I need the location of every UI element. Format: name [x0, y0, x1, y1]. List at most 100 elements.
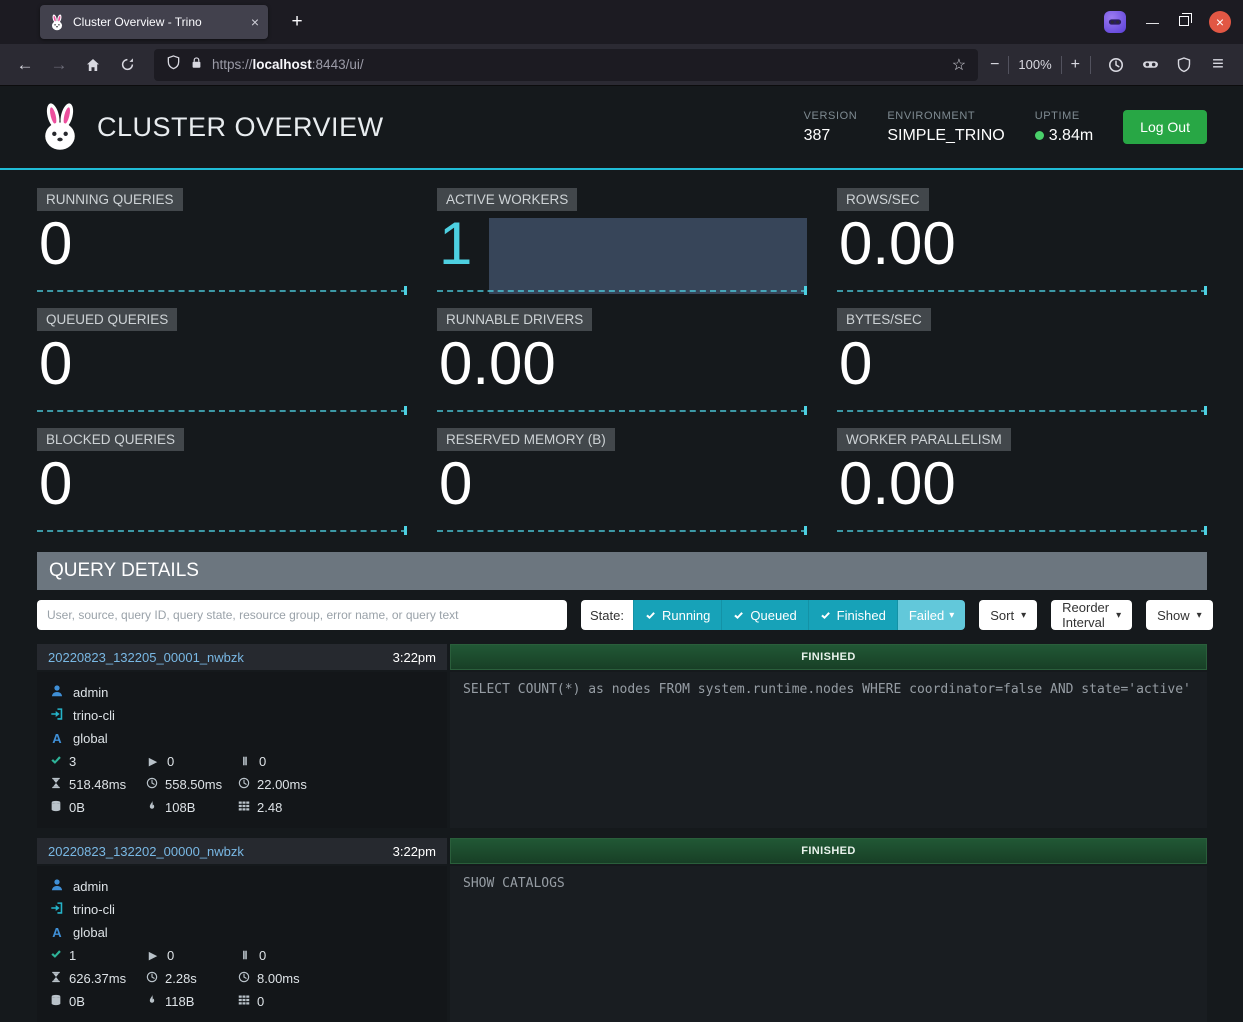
zoom-in-button[interactable]: + — [1071, 56, 1080, 74]
check-icon — [820, 610, 831, 621]
query-user: admin — [50, 681, 434, 704]
metric-label: RUNNABLE DRIVERS — [437, 308, 592, 331]
status-dot — [1035, 131, 1044, 140]
sparkline — [437, 530, 807, 532]
filter-queued-button[interactable]: Queued — [721, 600, 807, 630]
sparkline — [837, 410, 1207, 412]
sign-in-icon — [50, 901, 64, 915]
zoom-controls: − 100% + — [990, 56, 1080, 74]
metric-value: 1 — [439, 212, 472, 275]
query-meta-panel: admin trino-cli A global 1 ▶ 0 — [37, 866, 447, 1022]
metric-value: 0.00 — [439, 332, 556, 395]
navigation-toolbar: ← → https://localhost:8443/ui/ ☆ − 100% … — [0, 44, 1243, 86]
lock-icon[interactable] — [190, 56, 203, 74]
history-icon[interactable] — [1101, 50, 1131, 80]
query-search-input[interactable] — [37, 600, 567, 630]
menu-icon[interactable]: ≡ — [1203, 50, 1233, 80]
metric-label: RESERVED MEMORY (B) — [437, 428, 615, 451]
metric-card-reserved-memory: RESERVED MEMORY (B) 0 — [437, 428, 807, 534]
metric-value: 0.00 — [839, 212, 956, 275]
font-icon: A — [50, 925, 64, 940]
total-time-stat: 558.50ms — [146, 773, 238, 796]
reload-button[interactable] — [112, 50, 142, 80]
new-tab-button[interactable]: + — [284, 9, 310, 35]
environment-stat: ENVIRONMENT SIMPLE_TRINO — [887, 110, 1004, 145]
zoom-out-button[interactable]: − — [990, 56, 999, 74]
state-filter-group: State: Running Queued Finished Failed ▾ — [581, 600, 965, 630]
query-filter-toolbar: State: Running Queued Finished Failed ▾ … — [37, 600, 1207, 630]
version-stat: VERSION 387 — [804, 110, 858, 145]
query-meta-panel: admin trino-cli A global 3 ▶ 0 — [37, 672, 447, 828]
home-button[interactable] — [78, 50, 108, 80]
current-memory-stat: 0B — [50, 796, 146, 819]
close-button[interactable]: × — [1209, 11, 1231, 33]
show-dropdown[interactable]: Show ▾ — [1146, 600, 1213, 630]
cpu-time-stat: 22.00ms — [238, 773, 434, 796]
query-source: trino-cli — [50, 704, 434, 727]
forward-button[interactable]: → — [44, 50, 74, 80]
query-id-link[interactable]: 20220823_132202_00000_nwbzk — [48, 844, 244, 859]
filter-failed-dropdown[interactable]: Failed ▾ — [897, 600, 965, 630]
state-label: State: — [581, 600, 633, 630]
clock-icon — [146, 777, 158, 789]
pause-icon: Ⅱ — [238, 949, 252, 962]
browser-window: Cluster Overview - Trino × + — × ← → htt… — [0, 0, 1243, 86]
tracking-shield-icon[interactable] — [166, 55, 181, 75]
metric-label: BLOCKED QUERIES — [37, 428, 184, 451]
chevron-down-icon: ▾ — [949, 610, 954, 621]
extension-mask-icon[interactable] — [1104, 11, 1126, 33]
query-resource-group: A global — [50, 727, 434, 750]
database-icon — [50, 994, 62, 1006]
restore-icon — [1179, 16, 1189, 26]
query-entry: 20220823_132205_00001_nwbzk 3:22pm FINIS… — [37, 644, 1207, 828]
cpu-time-stat: 8.00ms — [238, 967, 434, 990]
url-bar[interactable]: https://localhost:8443/ui/ ☆ — [154, 49, 978, 81]
play-icon: ▶ — [146, 755, 160, 768]
query-resource-group: A global — [50, 921, 434, 944]
sign-in-icon — [50, 707, 64, 721]
filter-finished-button[interactable]: Finished — [808, 600, 897, 630]
restore-button[interactable] — [1179, 13, 1189, 31]
query-id-row: 20220823_132205_00001_nwbzk 3:22pm — [37, 644, 447, 670]
privacy-shield-icon[interactable] — [1169, 50, 1199, 80]
sparkline — [437, 290, 807, 292]
query-id-link[interactable]: 20220823_132205_00001_nwbzk — [48, 650, 244, 665]
divider — [1061, 56, 1062, 74]
metric-card-active-workers: ACTIVE WORKERS 1 — [437, 188, 807, 294]
extension-goggles-icon[interactable] — [1135, 50, 1165, 80]
play-icon: ▶ — [146, 949, 160, 962]
metric-card-blocked-queries: BLOCKED QUERIES 0 — [37, 428, 407, 534]
grid-icon — [238, 800, 250, 812]
zoom-level[interactable]: 100% — [1018, 57, 1051, 72]
query-status-bar: FINISHED — [450, 838, 1207, 864]
running-splits-stat: ▶ 0 — [146, 944, 238, 967]
browser-tab[interactable]: Cluster Overview - Trino × — [40, 5, 268, 39]
query-stats: 1 ▶ 0 Ⅱ 0 626.37ms 2.28s — [50, 944, 434, 1013]
cumulative-memory-stat: 118B — [146, 990, 238, 1013]
chevron-down-icon: ▾ — [1021, 610, 1026, 621]
tab-close-icon[interactable]: × — [251, 15, 259, 29]
filter-running-button[interactable]: Running — [633, 600, 721, 630]
sort-dropdown[interactable]: Sort ▾ — [979, 600, 1037, 630]
bookmark-star-icon[interactable]: ☆ — [952, 55, 966, 75]
parallelism-stat: 0 — [238, 990, 434, 1013]
back-button[interactable]: ← — [10, 50, 40, 80]
grid-icon — [238, 994, 250, 1006]
tab-bar: Cluster Overview - Trino × + — × — [0, 0, 1243, 44]
reorder-interval-dropdown[interactable]: Reorder Interval ▾ — [1051, 600, 1132, 630]
query-entry: 20220823_132202_00000_nwbzk 3:22pm FINIS… — [37, 838, 1207, 1022]
metric-value: 0 — [39, 452, 72, 515]
sparkline — [37, 410, 407, 412]
stopwatch-icon — [238, 971, 250, 983]
running-splits-stat: ▶ 0 — [146, 750, 238, 773]
trino-logo — [37, 102, 83, 152]
logout-button[interactable]: Log Out — [1123, 110, 1207, 144]
query-user: admin — [50, 875, 434, 898]
metric-value: 0 — [839, 332, 872, 395]
metric-value: 0.00 — [839, 452, 956, 515]
query-id-row: 20220823_132202_00000_nwbzk 3:22pm — [37, 838, 447, 864]
metric-value: 0 — [39, 212, 72, 275]
metric-card-runnable-drivers: RUNNABLE DRIVERS 0.00 — [437, 308, 807, 414]
query-status-bar: FINISHED — [450, 644, 1207, 670]
minimize-button[interactable]: — — [1146, 15, 1159, 30]
